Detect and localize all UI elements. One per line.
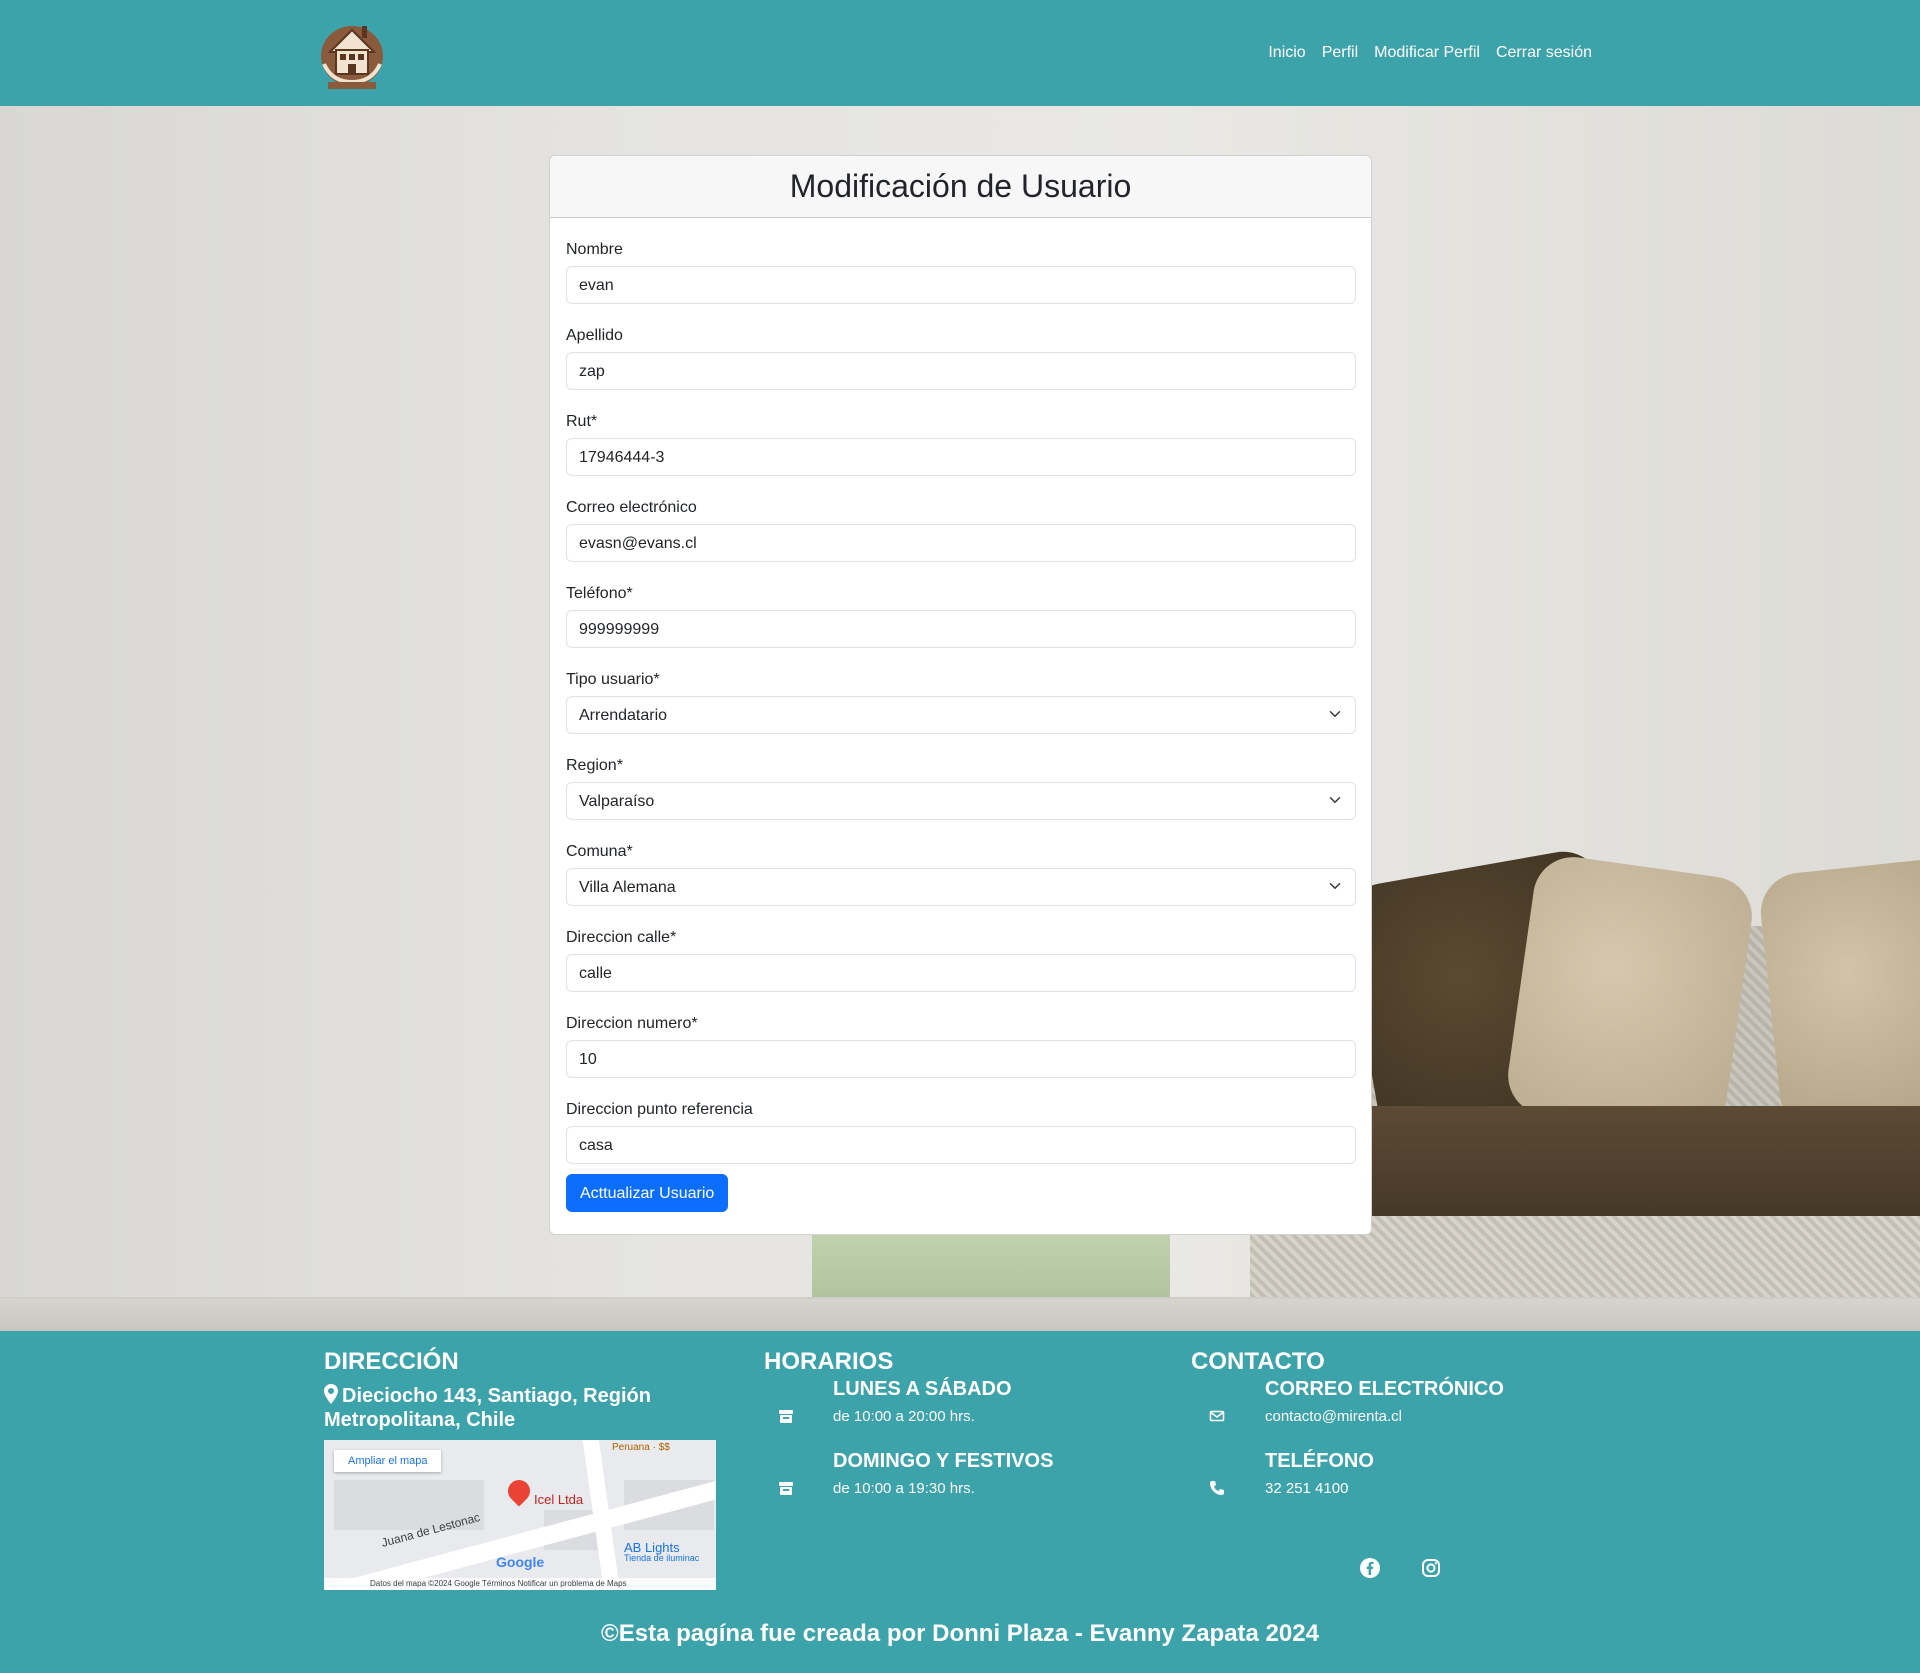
- field-direccion-calle: Direccion calle* calle: [566, 922, 1356, 1008]
- update-user-button[interactable]: Acttualizar Usuario: [566, 1174, 729, 1212]
- map-pin-icon[interactable]: [503, 1475, 535, 1507]
- mirenta-logo-icon[interactable]: [318, 12, 386, 90]
- nombre-input[interactable]: evan: [566, 266, 1356, 304]
- decor-floor: [0, 1297, 1920, 1331]
- horarios-title: HORARIOS: [764, 1348, 894, 1375]
- field-nombre: Nombre evan: [566, 234, 1356, 320]
- google-logo: Google: [496, 1554, 545, 1570]
- label-comuna: Comuna*: [566, 843, 633, 860]
- horario-title: LUNES A SÁBADO: [833, 1378, 1012, 1400]
- apellido-input[interactable]: zap: [566, 352, 1356, 390]
- label-direccion-referencia: Direccion punto referencia: [566, 1101, 753, 1118]
- direccion-numero-input[interactable]: 10: [566, 1040, 1356, 1078]
- map-poi-sublabel: Tienda de iluminac: [624, 1553, 700, 1563]
- address: Dieciocho 143, Santiago, Región Metropol…: [324, 1384, 744, 1432]
- horario-sub: de 10:00 a 19:30 hrs.: [833, 1480, 975, 1497]
- horario-sub: de 10:00 a 20:00 hrs.: [833, 1408, 975, 1425]
- label-region: Region*: [566, 757, 623, 774]
- label-direccion-calle: Direccion calle*: [566, 929, 677, 946]
- nav-link-inicio[interactable]: Inicio: [1260, 44, 1313, 62]
- label-rut: Rut*: [566, 413, 598, 430]
- footer: DIRECCIÓN Dieciocho 143, Santiago, Regió…: [0, 1331, 1920, 1673]
- contacto-telefono[interactable]: 32 251 4100: [1265, 1480, 1348, 1497]
- google-map[interactable]: Ampliar el mapa Icel Ltda Juana de Lesto…: [324, 1440, 716, 1590]
- field-telefono: Teléfono* 999999999: [566, 578, 1356, 664]
- email-input[interactable]: evasn@evans.cl: [566, 524, 1356, 562]
- chevron-down-icon: [1329, 883, 1341, 889]
- nav-link-perfil[interactable]: Perfil: [1314, 44, 1366, 62]
- envelope-icon: [1209, 1410, 1225, 1422]
- card-header: Modificación de Usuario: [550, 156, 1371, 218]
- decor-pillow: [1502, 851, 1758, 1141]
- store-icon: [779, 1410, 793, 1423]
- user-form: Nombre evan Apellido zap Rut* 17946444-3…: [550, 218, 1371, 1212]
- label-correo: Correo electrónico: [566, 499, 697, 516]
- field-correo: Correo electrónico evasn@evans.cl: [566, 492, 1356, 578]
- phone-icon: [1210, 1481, 1224, 1495]
- field-apellido: Apellido zap: [566, 320, 1356, 406]
- contacto-title-email: CORREO ELECTRÓNICO: [1265, 1378, 1504, 1400]
- rut-input[interactable]: 17946444-3: [566, 438, 1356, 476]
- store-icon: [779, 1482, 793, 1495]
- map-marker-icon: [324, 1384, 338, 1404]
- label-direccion-numero: Direccion numero*: [566, 1015, 698, 1032]
- region-value: Valparaíso: [579, 793, 655, 810]
- expand-map-button[interactable]: Ampliar el mapa: [334, 1450, 442, 1472]
- label-nombre: Nombre: [566, 241, 623, 258]
- label-tipo-usuario: Tipo usuario*: [566, 671, 660, 688]
- field-region: Region* Valparaíso: [566, 750, 1356, 836]
- direccion-referencia-input[interactable]: casa: [566, 1126, 1356, 1164]
- direccion-title: DIRECCIÓN: [324, 1348, 459, 1375]
- contacto-email[interactable]: contacto@mirenta.cl: [1265, 1408, 1402, 1425]
- contacto-title: CONTACTO: [1191, 1348, 1325, 1375]
- tipo-usuario-select[interactable]: Arrendatario: [566, 696, 1356, 734]
- label-apellido: Apellido: [566, 327, 623, 344]
- comuna-select[interactable]: Villa Alemana: [566, 868, 1356, 906]
- nav-link-modificar-perfil[interactable]: Modificar Perfil: [1366, 44, 1488, 62]
- horario-title: DOMINGO Y FESTIVOS: [833, 1450, 1054, 1472]
- contacto-title-telefono: TELÉFONO: [1265, 1450, 1374, 1472]
- field-rut: Rut* 17946444-3: [566, 406, 1356, 492]
- copyright: ©Esta pagína fue creada por Donni Plaza …: [601, 1620, 1319, 1647]
- navbar: Inicio Perfil Modificar Perfil Cerrar se…: [0, 0, 1920, 106]
- instagram-icon[interactable]: [1421, 1558, 1441, 1578]
- comuna-value: Villa Alemana: [579, 879, 676, 896]
- field-direccion-referencia: Direccion punto referencia casa: [566, 1094, 1356, 1174]
- facebook-icon[interactable]: [1360, 1558, 1380, 1578]
- address-text: Dieciocho 143, Santiago, Región Metropol…: [324, 1385, 651, 1431]
- label-telefono: Teléfono*: [566, 585, 633, 602]
- decor-pillow: [1756, 856, 1920, 1136]
- map-poi-label: Peruana · $$: [612, 1442, 670, 1453]
- field-comuna: Comuna* Villa Alemana: [566, 836, 1356, 922]
- region-select[interactable]: Valparaíso: [566, 782, 1356, 820]
- map-place-label[interactable]: Icel Ltda: [534, 1492, 583, 1507]
- user-form-card: Modificación de Usuario Nombre evan Apel…: [549, 155, 1372, 1235]
- tipo-usuario-value: Arrendatario: [579, 707, 668, 724]
- direccion-calle-input[interactable]: calle: [566, 954, 1356, 992]
- field-tipo-usuario: Tipo usuario* Arrendatario: [566, 664, 1356, 750]
- map-attribution[interactable]: Datos del mapa ©2024 Google Términos Not…: [324, 1578, 716, 1590]
- chevron-down-icon: [1329, 797, 1341, 803]
- nav-links: Inicio Perfil Modificar Perfil Cerrar se…: [1260, 0, 1600, 106]
- field-direccion-numero: Direccion numero* 10: [566, 1008, 1356, 1094]
- chevron-down-icon: [1329, 711, 1341, 717]
- telefono-input[interactable]: 999999999: [566, 610, 1356, 648]
- nav-link-cerrar-sesion[interactable]: Cerrar sesión: [1488, 44, 1600, 62]
- form-title: Modificación de Usuario: [789, 168, 1132, 204]
